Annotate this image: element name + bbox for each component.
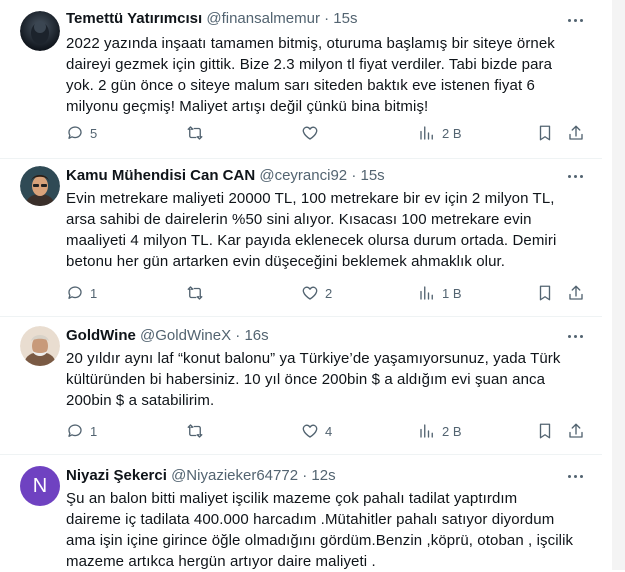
views-button[interactable]: 1 B (418, 283, 462, 303)
views-button[interactable]: 2 B (418, 421, 462, 441)
retweet-icon (187, 126, 203, 140)
tweet-text: Evin metrekare maliyeti 20000 TL, 100 me… (66, 190, 557, 270)
action-bar: 5 2 B (0, 123, 602, 143)
like-button[interactable]: 2 (301, 283, 332, 303)
display-name[interactable]: Niyazi Şekerci (66, 467, 167, 484)
user-handle[interactable]: @Niyazieker64772 (171, 467, 298, 484)
tweet-text: 2022 yazında inşaatı tamamen bitmiş, otu… (66, 35, 555, 115)
scrollbar[interactable] (612, 0, 625, 570)
views-icon (420, 126, 433, 140)
view-count: 2 B (442, 423, 462, 439)
separator-dot: · (324, 10, 330, 27)
reply-icon (68, 126, 82, 139)
reply-button[interactable]: 1 (66, 421, 97, 441)
retweet-button[interactable] (186, 421, 210, 441)
bookmark-icon (539, 125, 551, 141)
bookmark-button[interactable] (536, 123, 554, 143)
like-count: 4 (325, 423, 333, 439)
action-bar: 1 4 2 B (0, 421, 602, 441)
tweet[interactable]: Kamu Mühendisi Can CAN @ceyranci92 · 15s… (0, 158, 602, 317)
avatar[interactable] (20, 326, 60, 366)
reply-icon (68, 424, 82, 437)
tweet-text: 20 yıldır aynı laf “konut balonu” ya Tür… (66, 350, 561, 409)
avatar-initial: N (32, 474, 48, 497)
share-button[interactable] (567, 421, 585, 441)
more-icon[interactable] (565, 466, 585, 486)
like-icon (302, 286, 318, 300)
timestamp[interactable]: 12s (311, 467, 335, 484)
tweet-header: Niyazi Şekerci @Niyazieker64772 · 12s (66, 466, 336, 486)
tweet-header: Kamu Mühendisi Can CAN @ceyranci92 · 15s (66, 166, 385, 186)
avatar[interactable] (20, 11, 60, 51)
tweet-text: Şu an balon bitti maliyet işcilik mazeme… (66, 490, 574, 570)
share-button[interactable] (567, 123, 585, 143)
retweet-button[interactable] (186, 283, 210, 303)
separator-dot: · (235, 327, 241, 344)
bookmark-button[interactable] (536, 283, 554, 303)
more-icon[interactable] (565, 10, 585, 30)
reply-button[interactable]: 5 (66, 123, 97, 143)
display-name[interactable]: GoldWine (66, 327, 136, 344)
like-icon (302, 424, 318, 438)
like-icon (302, 126, 318, 140)
views-icon (420, 286, 433, 300)
bookmark-icon (539, 423, 551, 439)
display-name[interactable]: Kamu Mühendisi Can CAN (66, 167, 255, 184)
bookmark-button[interactable] (536, 421, 554, 441)
avatar[interactable] (20, 166, 60, 206)
action-bar: 1 2 1 B (0, 283, 602, 303)
retweet-icon (187, 424, 203, 438)
retweet-button[interactable] (186, 123, 210, 143)
more-icon[interactable] (565, 326, 585, 346)
retweet-icon (187, 286, 203, 300)
like-count: 2 (325, 285, 333, 301)
timestamp[interactable]: 16s (244, 327, 268, 344)
like-button[interactable]: 4 (301, 421, 332, 441)
like-button[interactable] (301, 123, 325, 143)
reply-count: 5 (90, 125, 98, 141)
reply-button[interactable]: 1 (66, 283, 97, 303)
views-icon (420, 424, 433, 438)
user-handle[interactable]: @finansalmemur (206, 10, 320, 27)
bookmark-icon (539, 285, 551, 301)
view-count: 2 B (442, 125, 462, 141)
reply-icon (68, 286, 82, 299)
timestamp[interactable]: 15s (333, 10, 357, 27)
display-name[interactable]: Temettü Yatırımcısı (66, 10, 202, 27)
tweet[interactable]: Temettü Yatırımcısı @finansalmemur · 15s… (0, 0, 602, 159)
more-icon[interactable] (565, 166, 585, 186)
reply-count: 1 (90, 285, 98, 301)
view-count: 1 B (442, 285, 462, 301)
separator-dot: · (351, 167, 357, 184)
views-button[interactable]: 2 B (418, 123, 462, 143)
tweet[interactable]: GoldWine @GoldWineX · 16s 20 yıldır aynı… (0, 316, 602, 455)
separator-dot: · (302, 467, 308, 484)
user-handle[interactable]: @ceyranci92 (259, 167, 347, 184)
share-icon (569, 285, 583, 300)
tweet[interactable]: N Niyazi Şekerci @Niyazieker64772 · 12s … (0, 454, 602, 570)
share-button[interactable] (567, 283, 585, 303)
avatar[interactable]: N (20, 466, 60, 506)
tweet-header: GoldWine @GoldWineX · 16s (66, 326, 269, 346)
tweet-header: Temettü Yatırımcısı @finansalmemur · 15s (66, 9, 357, 29)
user-handle[interactable]: @GoldWineX (140, 327, 231, 344)
reply-count: 1 (90, 423, 98, 439)
share-icon (569, 125, 583, 140)
share-icon (569, 423, 583, 438)
timestamp[interactable]: 15s (360, 167, 384, 184)
